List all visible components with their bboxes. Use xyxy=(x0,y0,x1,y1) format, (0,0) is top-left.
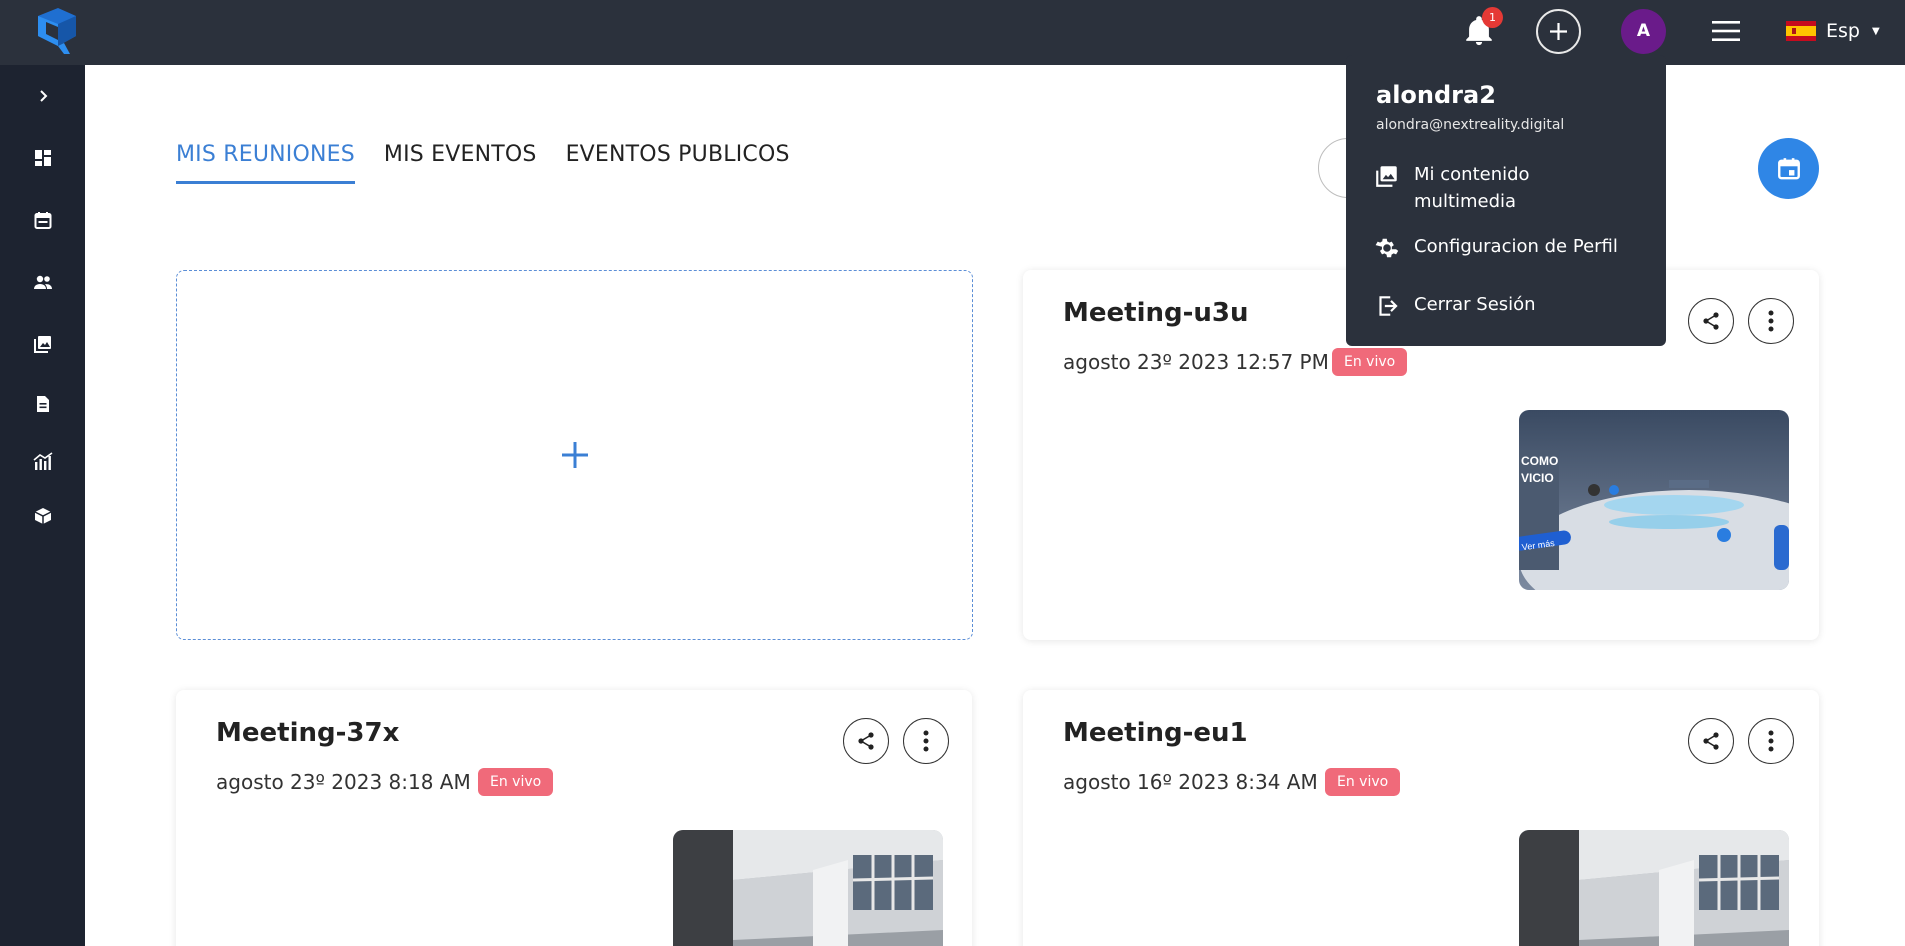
share-button[interactable] xyxy=(843,718,889,764)
thumbnail-text: COMO xyxy=(1521,454,1558,468)
dashboard-icon xyxy=(35,150,51,166)
people-icon xyxy=(34,275,52,289)
language-label: Esp xyxy=(1826,20,1860,42)
language-selector[interactable]: Esp ▼ xyxy=(1786,18,1880,44)
notification-count-badge: 1 xyxy=(1482,7,1503,28)
document-icon xyxy=(37,396,49,412)
sidebar-item-analytics[interactable] xyxy=(28,446,58,476)
more-vertical-icon xyxy=(923,730,929,752)
thumbnail-text: VICIO xyxy=(1521,471,1554,485)
cube-icon xyxy=(34,508,52,524)
meeting-thumbnail xyxy=(673,830,943,946)
menu-item-label: Mi contenido xyxy=(1414,164,1530,185)
images-icon xyxy=(1376,166,1397,187)
menu-item-label: Cerrar Sesión xyxy=(1414,294,1536,315)
sidebar xyxy=(0,65,85,946)
sidebar-item-calendar[interactable] xyxy=(28,205,58,235)
menu-username: alondra2 xyxy=(1376,81,1496,109)
add-meeting-card[interactable] xyxy=(176,270,973,640)
analytics-icon xyxy=(33,452,53,470)
sidebar-item-people[interactable] xyxy=(28,267,58,297)
tab-mis-eventos[interactable]: MIS EVENTOS xyxy=(384,138,537,184)
plus-icon xyxy=(1550,23,1567,40)
status-badge: En vivo xyxy=(1325,768,1401,796)
create-button[interactable] xyxy=(1536,9,1581,54)
user-avatar[interactable]: A xyxy=(1621,9,1666,54)
spain-flag-icon xyxy=(1786,21,1816,41)
tab-eventos-publicos[interactable]: EVENTOS PUBLICOS xyxy=(566,138,790,184)
sidebar-item-media[interactable] xyxy=(28,329,58,359)
share-button[interactable] xyxy=(1688,718,1734,764)
logout-icon xyxy=(1379,296,1398,316)
share-button[interactable] xyxy=(1688,298,1734,344)
share-icon xyxy=(858,732,874,750)
meeting-date: agosto 23º 2023 12:57 PM xyxy=(1063,350,1329,374)
user-menu-dropdown: alondra2 alondra@nextreality.digital Mi … xyxy=(1346,55,1666,346)
sidebar-item-3d[interactable] xyxy=(28,501,58,531)
calendar-icon xyxy=(1777,157,1800,179)
plus-icon xyxy=(561,442,588,468)
meeting-title: Meeting-eu1 xyxy=(1063,718,1248,748)
meeting-thumbnail: COMO VICIO Ver más xyxy=(1519,410,1789,590)
meeting-thumbnail xyxy=(1519,830,1789,946)
share-icon xyxy=(1703,312,1719,330)
app-logo-icon[interactable] xyxy=(34,6,80,56)
menu-item-label: Configuracion de Perfil xyxy=(1414,236,1618,257)
share-icon xyxy=(1703,732,1719,750)
calendar-icon xyxy=(34,212,52,229)
meeting-date: agosto 16º 2023 8:34 AM xyxy=(1063,770,1318,794)
more-options-button[interactable] xyxy=(1748,298,1794,344)
menu-item-profile-settings[interactable]: Configuracion de Perfil xyxy=(1374,233,1618,261)
chevron-right-icon xyxy=(40,90,48,102)
meeting-tabs: MIS REUNIONES MIS EVENTOS EVENTOS PUBLIC… xyxy=(176,138,819,184)
more-options-button[interactable] xyxy=(903,718,949,764)
meeting-date: agosto 23º 2023 8:18 AM xyxy=(216,770,471,794)
meeting-title: Meeting-37x xyxy=(216,718,400,748)
menu-email: alondra@nextreality.digital xyxy=(1376,117,1565,133)
status-badge: En vivo xyxy=(478,768,554,796)
hamburger-menu-icon[interactable] xyxy=(1712,19,1740,43)
meeting-card[interactable]: Meeting-eu1 agosto 16º 2023 8:34 AM En v… xyxy=(1023,690,1819,946)
more-options-button[interactable] xyxy=(1748,718,1794,764)
menu-item-media[interactable]: Mi contenido multimedia xyxy=(1374,161,1530,215)
caret-down-icon: ▼ xyxy=(1871,25,1880,37)
gear-icon xyxy=(1375,238,1399,258)
tab-mis-reuniones[interactable]: MIS REUNIONES xyxy=(176,138,355,184)
more-vertical-icon xyxy=(1768,310,1774,332)
more-vertical-icon xyxy=(1768,730,1774,752)
menu-item-logout[interactable]: Cerrar Sesión xyxy=(1374,291,1536,319)
sidebar-item-dashboard[interactable] xyxy=(28,143,58,173)
meeting-title: Meeting-u3u xyxy=(1063,298,1249,328)
meeting-card[interactable]: Meeting-37x agosto 23º 2023 8:18 AM En v… xyxy=(176,690,972,946)
menu-item-label: multimedia xyxy=(1414,191,1517,212)
calendar-button[interactable] xyxy=(1758,138,1819,199)
sidebar-expand-button[interactable] xyxy=(28,81,58,111)
images-icon xyxy=(34,336,51,353)
sidebar-item-documents[interactable] xyxy=(28,389,58,419)
status-badge: En vivo xyxy=(1332,348,1408,376)
